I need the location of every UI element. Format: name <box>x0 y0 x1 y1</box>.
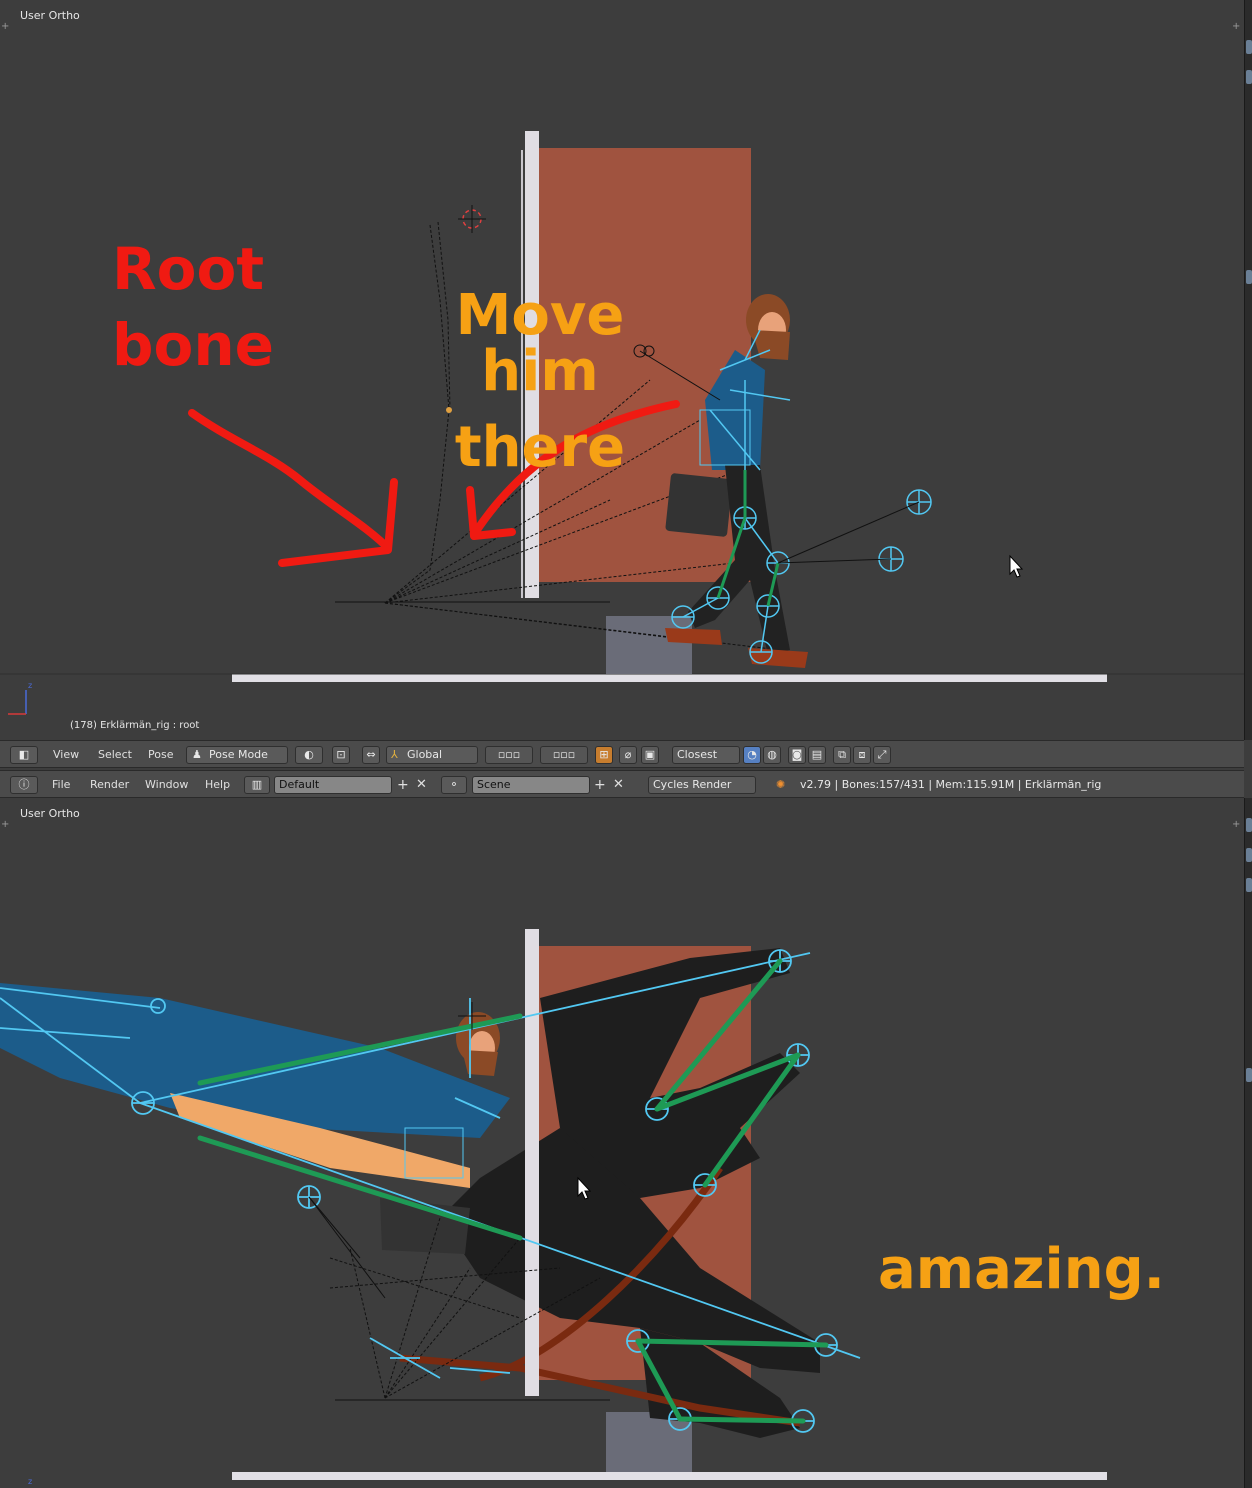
pivot-point-icon[interactable]: ⊡ <box>332 746 350 764</box>
axis-gizmo: z <box>28 1477 32 1486</box>
floor-plane <box>232 1472 1107 1480</box>
snap-target-select[interactable]: Closest <box>672 746 740 764</box>
menu-help[interactable]: Help <box>205 776 230 794</box>
floor-plane <box>232 674 1107 682</box>
scene-statistics: v2.79 | Bones:157/431 | Mem:115.91M | Er… <box>800 778 1102 791</box>
3d-cursor <box>458 205 486 233</box>
menu-window[interactable]: Window <box>145 776 188 794</box>
svg-text:z: z <box>28 1477 32 1486</box>
paste-pose-icon[interactable]: ⧈ <box>853 746 871 764</box>
active-object-status: (178) Erklärmän_rig : root <box>70 720 200 731</box>
screen-layout-field[interactable]: Default <box>274 776 392 794</box>
render-icon[interactable]: ◙ <box>788 746 806 764</box>
manipulator-icon[interactable]: ⇔ <box>362 746 380 764</box>
layer-buttons-icon[interactable]: ▫▫▫ <box>540 746 588 764</box>
svg-text:z: z <box>28 681 32 690</box>
render-anim-icon[interactable]: ▤ <box>808 746 826 764</box>
menu-file[interactable]: File <box>52 776 70 794</box>
view3d-header: ◧ View Select Pose ♟ Pose Mode ◐ ⊡ ⇔ ⅄ G… <box>0 740 1244 768</box>
annotation-move-him: Move him there <box>400 288 680 476</box>
mode-selector[interactable]: ♟ Pose Mode <box>186 746 288 764</box>
menu-pose[interactable]: Pose <box>148 746 173 764</box>
delete-layout-icon[interactable]: ✕ <box>416 776 427 794</box>
bottom-scene[interactable]: z <box>0 798 1244 1488</box>
render-engine-select[interactable]: Cycles Render <box>648 776 756 794</box>
onion-skin-icon[interactable]: ◍ <box>763 746 781 764</box>
mouse-cursor <box>1009 554 1024 578</box>
annotation-line: Root <box>112 235 265 303</box>
door-frame <box>525 929 539 1396</box>
render-engine-label: Cycles Render <box>653 778 732 791</box>
viewport-view-label: User Ortho <box>20 9 80 22</box>
top-3d-viewport[interactable]: z User Ortho (178) Erklärmän_rig : root … <box>0 0 1244 740</box>
add-layout-icon[interactable]: + <box>397 776 409 794</box>
layer-buttons-icon[interactable]: ▫▫▫ <box>485 746 533 764</box>
annotation-arrow-red <box>188 409 392 552</box>
annotation-amazing: amazing. <box>878 1237 1165 1302</box>
annotation-line: there <box>454 415 626 480</box>
annotation-root-bone: Root bone <box>112 235 274 379</box>
menu-render[interactable]: Render <box>90 776 129 794</box>
corner-plus-icon[interactable]: + <box>1232 22 1242 32</box>
info-header: ⓘ File Render Window Help ▥ Default + ✕ … <box>0 770 1244 798</box>
menu-select[interactable]: Select <box>98 746 132 764</box>
viewport-shading-icon[interactable]: ◐ <box>295 746 323 764</box>
mode-label: Pose Mode <box>209 748 268 761</box>
screen-layout-icon[interactable]: ▥ <box>244 776 270 794</box>
menu-view[interactable]: View <box>53 746 79 764</box>
annotation-line: Move him <box>455 283 625 404</box>
corner-plus-icon[interactable]: + <box>1232 820 1242 830</box>
bottom-3d-viewport[interactable]: z User Ortho + + amazing. <box>0 798 1244 1488</box>
delete-scene-icon[interactable]: ✕ <box>613 776 624 794</box>
scene-field[interactable]: Scene <box>472 776 590 794</box>
copy-pose-icon[interactable]: ⧉ <box>833 746 851 764</box>
transform-orientation[interactable]: ⅄ Global <box>386 746 478 764</box>
add-scene-icon[interactable]: + <box>594 776 606 794</box>
region-edge-strip[interactable] <box>1244 798 1252 1488</box>
snap-target-label: Closest <box>677 748 718 761</box>
region-edge-strip[interactable] <box>1244 0 1252 740</box>
corner-plus-icon[interactable]: + <box>1 22 11 32</box>
axis-gizmo: z <box>8 681 32 715</box>
annotation-line: bone <box>112 311 274 379</box>
orientation-label: Global <box>407 748 443 761</box>
orientation-icon: ⅄ <box>391 748 398 761</box>
snap-icon[interactable]: ⌀ <box>619 746 637 764</box>
blender-logo-icon: ✺ <box>776 778 786 791</box>
snap-element-icon[interactable]: ▣ <box>641 746 659 764</box>
proportional-edit-icon[interactable]: ◔ <box>743 746 761 764</box>
viewport-view-label: User Ortho <box>20 807 80 820</box>
lock-icon[interactable]: ⊞ <box>595 746 613 764</box>
scene-icon[interactable]: ⚬ <box>441 776 467 794</box>
corner-plus-icon[interactable]: + <box>1 820 11 830</box>
editor-type-icon[interactable]: ◧ <box>10 746 38 764</box>
info-editor-icon[interactable]: ⓘ <box>10 776 38 794</box>
paste-flipped-icon[interactable]: ⤢ <box>873 746 891 764</box>
pose-mode-icon: ♟ <box>192 748 202 761</box>
step-block <box>606 616 692 674</box>
